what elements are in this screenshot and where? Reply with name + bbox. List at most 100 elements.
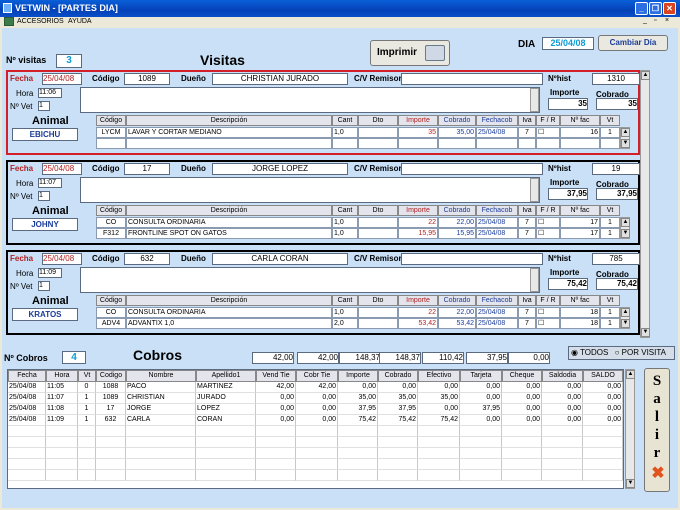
line-cant[interactable]: 1,0 — [332, 217, 358, 228]
cobros-scrollbar[interactable]: ▲ ▼ — [625, 369, 635, 489]
child-close-icon[interactable]: × — [665, 17, 669, 24]
hora-field[interactable]: 11:07 — [38, 178, 62, 188]
cobros-cell[interactable]: 0,00 — [583, 415, 623, 426]
dueno-field[interactable]: CHRISTIAN JURADO — [212, 73, 348, 85]
line-fcob[interactable]: 25/04/08 — [476, 228, 518, 239]
cobros-cell[interactable]: 0 — [78, 382, 96, 393]
cobros-cell[interactable]: JORGE — [126, 404, 196, 415]
cobros-cell[interactable]: 11:07 — [46, 393, 78, 404]
importe-field[interactable]: 75,42 — [548, 278, 588, 290]
cobrado-field[interactable]: 35 — [596, 98, 638, 110]
cobros-cell[interactable]: 75,42 — [378, 415, 418, 426]
fecha-field[interactable]: 25/04/08 — [42, 163, 82, 175]
line-fcob[interactable]: 25/04/08 — [476, 318, 518, 329]
cobros-cell[interactable]: 0,00 — [502, 393, 542, 404]
hora-field[interactable]: 11:06 — [38, 88, 62, 98]
fr-checkbox[interactable]: ☐ — [536, 307, 560, 318]
animal-field[interactable]: EBICHU — [12, 128, 78, 141]
cobros-cell[interactable]: 0,00 — [256, 404, 296, 415]
line-cob[interactable]: 15,95 — [438, 228, 476, 239]
dueno-field[interactable]: JORGE LOPEZ — [212, 163, 348, 175]
fecha-field[interactable]: 25/04/08 — [42, 253, 82, 265]
cv-field[interactable] — [401, 163, 543, 175]
lines-scroll-up-icon[interactable]: ▲ — [621, 218, 630, 227]
visit-card[interactable]: Fecha 25/04/08 Código 1089 Dueño CHRISTIAN JU… — [6, 70, 640, 155]
importe-field[interactable]: 35 — [548, 98, 588, 110]
cobros-cell[interactable]: 25/04/08 — [8, 382, 46, 393]
cobros-cell[interactable]: 0,00 — [542, 382, 583, 393]
line-imp[interactable]: 53,42 — [398, 318, 438, 329]
cobros-cell[interactable]: CHRISTIAN — [126, 393, 196, 404]
print-button[interactable]: Imprimir — [370, 40, 450, 66]
line-cod[interactable]: LYCM — [96, 127, 126, 138]
line-iva[interactable]: 7 — [518, 127, 536, 138]
cobros-cell[interactable]: 37,95 — [460, 404, 502, 415]
line-imp[interactable]: 22 — [398, 217, 438, 228]
line-fcob[interactable]: 25/04/08 — [476, 307, 518, 318]
notes-scrollbar[interactable] — [530, 268, 539, 292]
fr-checkbox[interactable]: ☐ — [536, 228, 560, 239]
nvet-field[interactable]: 1 — [38, 101, 50, 111]
line-cob[interactable]: 35,00 — [438, 127, 476, 138]
cobros-cell[interactable]: 17 — [96, 404, 126, 415]
menu-ayuda[interactable]: AYUDA — [68, 18, 92, 25]
filter-all-radio[interactable]: ◉ TODOS — [571, 348, 608, 357]
lines-scroll-down-icon[interactable]: ▼ — [621, 319, 630, 328]
line-nfac[interactable]: 17 — [560, 228, 600, 239]
cobros-cell[interactable]: 37,95 — [338, 404, 378, 415]
visit-card[interactable]: Fecha 25/04/08 Código 632 Dueño CARLA CORAN C/… — [6, 250, 640, 335]
line-cant[interactable]: 1,0 — [332, 228, 358, 239]
cobros-cell[interactable]: 0,00 — [460, 382, 502, 393]
dueno-field[interactable]: CARLA CORAN — [212, 253, 348, 265]
lines-scrollbar[interactable]: ▲ ▼ — [620, 307, 630, 329]
cobros-cell[interactable]: 1 — [78, 415, 96, 426]
line-imp[interactable]: 22 — [398, 307, 438, 318]
exit-button[interactable]: Sa l i r ✖ — [644, 368, 670, 492]
visits-scrollbar[interactable]: ▲ ▼ — [640, 70, 650, 338]
cobros-cell[interactable]: 35,00 — [418, 393, 460, 404]
cobros-cell[interactable]: 25/04/08 — [8, 404, 46, 415]
line-cob[interactable]: 22,00 — [438, 307, 476, 318]
cobros-cell[interactable]: 1088 — [96, 382, 126, 393]
line-iva[interactable]: 7 — [518, 217, 536, 228]
line-fcob[interactable]: 25/04/08 — [476, 127, 518, 138]
line-cant[interactable]: 1,0 — [332, 127, 358, 138]
filter-visit-radio[interactable]: ○ POR VISITA — [615, 348, 666, 357]
cobros-cell[interactable]: 42,00 — [296, 382, 338, 393]
line-dto[interactable] — [358, 228, 398, 239]
notes-field[interactable] — [80, 267, 540, 293]
nvet-field[interactable]: 1 — [38, 281, 50, 291]
line-cod[interactable]: F312 — [96, 228, 126, 239]
close-icon[interactable]: ✕ — [663, 2, 676, 15]
cobros-cell[interactable]: 0,00 — [542, 415, 583, 426]
cobros-cell[interactable]: 25/04/08 — [8, 415, 46, 426]
fr-checkbox[interactable]: ☐ — [536, 217, 560, 228]
line-iva[interactable]: 7 — [518, 307, 536, 318]
line-iva[interactable]: 7 — [518, 228, 536, 239]
cobros-cell[interactable]: 0,00 — [583, 393, 623, 404]
line-dto[interactable] — [358, 217, 398, 228]
line-dto[interactable] — [358, 307, 398, 318]
line-cob[interactable]: 53,42 — [438, 318, 476, 329]
cobros-cell[interactable]: JURADO — [196, 393, 256, 404]
scroll-up-icon[interactable]: ▲ — [641, 71, 650, 80]
cobros-cell[interactable]: 0,00 — [542, 393, 583, 404]
line-cant[interactable]: 1,0 — [332, 307, 358, 318]
scroll-down-icon[interactable]: ▼ — [641, 328, 650, 337]
lines-scroll-down-icon[interactable]: ▼ — [621, 229, 630, 238]
maximize-icon[interactable]: ❐ — [649, 2, 662, 15]
line-vt[interactable]: 1 — [600, 228, 620, 239]
line-imp[interactable]: 15,95 — [398, 228, 438, 239]
line-vt[interactable]: 1 — [600, 318, 620, 329]
line-nfac[interactable]: 18 — [560, 307, 600, 318]
line-dto[interactable] — [358, 318, 398, 329]
cobros-cell[interactable]: 0,00 — [583, 382, 623, 393]
animal-field[interactable]: JOHNY — [12, 218, 78, 231]
notes-scrollbar[interactable] — [530, 178, 539, 202]
animal-field[interactable]: KRATOS — [12, 308, 78, 321]
cobros-cell[interactable]: 0,00 — [338, 382, 378, 393]
minimize-icon[interactable]: _ — [635, 2, 648, 15]
line-nfac[interactable]: 18 — [560, 318, 600, 329]
line-dto[interactable] — [358, 127, 398, 138]
nvet-field[interactable]: 1 — [38, 191, 50, 201]
